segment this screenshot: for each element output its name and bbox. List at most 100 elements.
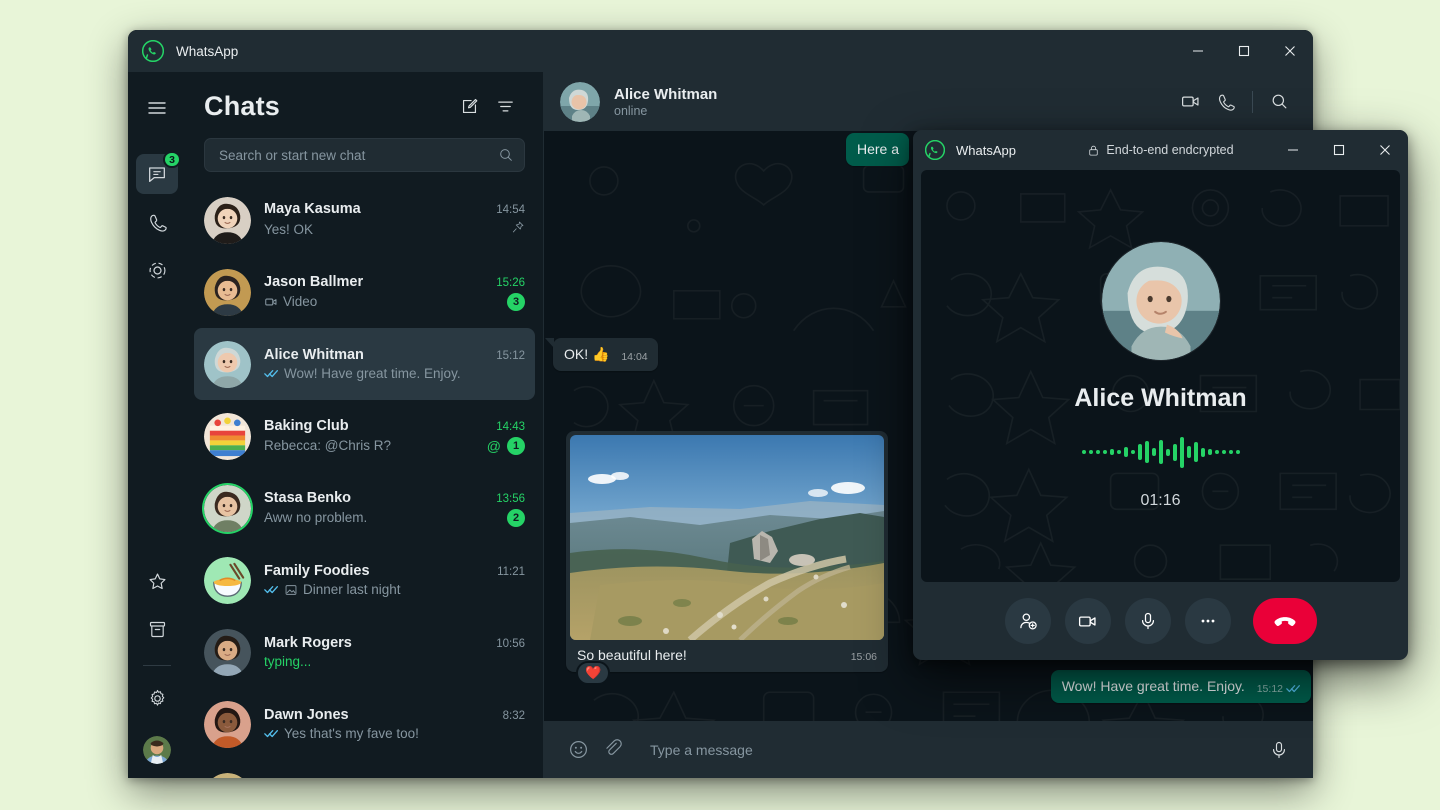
chat-list-item[interactable]: Stasa Benko13:56Aww no problem.2 bbox=[194, 472, 535, 544]
chat-item-preview-text: Dinner last night bbox=[303, 582, 401, 597]
message-text: OK! 👍 bbox=[564, 346, 609, 362]
hamburger-menu-button[interactable] bbox=[136, 88, 178, 128]
waveform-bar bbox=[1201, 448, 1205, 457]
search-chat-button[interactable] bbox=[1261, 84, 1297, 120]
chat-item-name: Maya Kasuma bbox=[264, 201, 361, 217]
chat-item-name: Jason Ballmer bbox=[264, 274, 363, 290]
message-bubble-incoming[interactable]: OK! 👍 14:04 bbox=[553, 338, 658, 371]
avatar bbox=[204, 701, 251, 748]
call-controls-bar bbox=[913, 582, 1408, 660]
call-close-button[interactable] bbox=[1362, 130, 1408, 170]
chat-item-preview: Yes that's my fave too! bbox=[264, 726, 419, 741]
chat-item-time: 11:21 bbox=[489, 566, 525, 578]
waveform-bar bbox=[1152, 448, 1156, 456]
message-input[interactable] bbox=[650, 742, 1261, 758]
voice-call-button[interactable] bbox=[1208, 84, 1244, 120]
message-bubble-outgoing-truncated[interactable]: Here a bbox=[846, 133, 909, 166]
message-reaction[interactable]: ❤️ bbox=[576, 661, 610, 685]
chat-list-item[interactable]: Mark Rogers10:56typing... bbox=[194, 616, 535, 688]
chats-unread-badge: 3 bbox=[163, 151, 181, 168]
chat-list-item[interactable]: Baking Club14:43Rebecca: @Chris R?@1 bbox=[194, 400, 535, 472]
message-bubble-photo[interactable]: So beautiful here! 15:06 ❤️ bbox=[566, 431, 888, 672]
toggle-video-button[interactable] bbox=[1065, 598, 1111, 644]
more-options-button[interactable] bbox=[1185, 598, 1231, 644]
pin-icon bbox=[511, 220, 525, 239]
sidebar-item-archived[interactable] bbox=[136, 609, 178, 649]
double-check-icon bbox=[1286, 683, 1301, 694]
contact-avatar[interactable] bbox=[560, 82, 600, 122]
rail-divider bbox=[143, 665, 171, 666]
end-call-button[interactable] bbox=[1253, 598, 1317, 644]
contact-info[interactable]: Alice Whitman online bbox=[614, 86, 717, 118]
message-timestamp: 15:12 bbox=[1257, 682, 1283, 696]
sidebar-item-chats[interactable]: 3 bbox=[136, 154, 178, 194]
avatar-image-alice-large bbox=[1102, 242, 1220, 360]
chat-item-content: Family Foodies 11:21 Dinner last night bbox=[264, 563, 525, 597]
toggle-mute-button[interactable] bbox=[1125, 598, 1171, 644]
minimize-icon bbox=[1192, 45, 1204, 57]
video-call-button[interactable] bbox=[1172, 84, 1208, 120]
chat-list-item[interactable]: Family Foodies 11:21 Dinner last night bbox=[194, 544, 535, 616]
search-input[interactable] bbox=[219, 148, 498, 163]
call-contact-avatar bbox=[1102, 242, 1220, 360]
unread-badge: 2 bbox=[507, 509, 525, 527]
waveform-bar bbox=[1089, 450, 1093, 454]
avatar bbox=[204, 629, 251, 676]
add-participant-button[interactable] bbox=[1005, 598, 1051, 644]
profile-avatar[interactable] bbox=[143, 736, 171, 764]
maximize-icon bbox=[1238, 45, 1250, 57]
whatsapp-logo-icon bbox=[925, 140, 945, 160]
message-bubble-outgoing[interactable]: Wow! Have great time. Enjoy. 15:12 bbox=[1051, 670, 1311, 703]
chat-item-preview: Wow! Have great time. Enjoy. bbox=[264, 366, 461, 381]
waveform-bar bbox=[1180, 437, 1184, 468]
search-box[interactable] bbox=[204, 138, 525, 172]
chat-item-preview: Rebecca: @Chris R? bbox=[264, 438, 391, 453]
chat-item-time: 14:43 bbox=[488, 421, 525, 433]
reaction-emoji: ❤️ bbox=[585, 665, 601, 681]
call-doodle-background bbox=[921, 170, 1400, 582]
chat-item-time: 14:54 bbox=[488, 204, 525, 216]
call-maximize-button[interactable] bbox=[1316, 130, 1362, 170]
sidebar-item-starred[interactable] bbox=[136, 561, 178, 601]
chat-list-item[interactable]: Dawn Jones8:32Yes that's my fave too! bbox=[194, 688, 535, 760]
search-icon bbox=[498, 147, 514, 163]
call-minimize-button[interactable] bbox=[1270, 130, 1316, 170]
maximize-button[interactable] bbox=[1221, 30, 1267, 72]
avatar-image-profile bbox=[143, 736, 171, 764]
chat-list-item[interactable]: Maya Kasuma14:54Yes! OK bbox=[194, 184, 535, 256]
chat-item-content: Jason Ballmer15:26Video3 bbox=[264, 274, 525, 311]
encryption-label: End-to-end endcrypted bbox=[1106, 143, 1233, 157]
waveform-bar bbox=[1236, 450, 1240, 454]
sidebar-item-status[interactable] bbox=[136, 250, 178, 290]
waveform-bar bbox=[1096, 450, 1100, 454]
chat-list-item[interactable]: Ziggy Woodley8:12 bbox=[194, 760, 535, 778]
chat-list-item[interactable]: Alice Whitman15:12Wow! Have great time. … bbox=[194, 328, 535, 400]
minimize-icon bbox=[1287, 144, 1299, 156]
chat-item-content: Baking Club14:43Rebecca: @Chris R?@1 bbox=[264, 418, 525, 455]
chat-item-preview-text: typing... bbox=[264, 654, 311, 669]
chat-list[interactable]: Maya Kasuma14:54Yes! OKJason Ballmer15:2… bbox=[186, 182, 543, 778]
attach-button[interactable] bbox=[596, 732, 632, 768]
sidebar-item-settings[interactable] bbox=[136, 678, 178, 718]
chat-item-preview-text: Yes that's my fave too! bbox=[284, 726, 419, 741]
sidebar-item-calls[interactable] bbox=[136, 202, 178, 242]
filter-chats-button[interactable] bbox=[489, 90, 521, 122]
waveform-bar bbox=[1159, 440, 1163, 464]
waveform-bar bbox=[1173, 444, 1177, 461]
emoji-smiley-icon bbox=[568, 739, 589, 760]
voice-message-button[interactable] bbox=[1261, 732, 1297, 768]
chat-item-name: Family Foodies bbox=[264, 563, 370, 579]
page-title: Chats bbox=[204, 91, 280, 122]
close-button[interactable] bbox=[1267, 30, 1313, 72]
photo-image-landscape bbox=[570, 435, 884, 640]
photo-attachment[interactable] bbox=[570, 435, 884, 640]
maximize-icon bbox=[1333, 144, 1345, 156]
new-chat-button[interactable] bbox=[453, 90, 485, 122]
chat-item-name: Baking Club bbox=[264, 418, 349, 434]
message-composer bbox=[544, 721, 1313, 778]
emoji-button[interactable] bbox=[560, 732, 596, 768]
lock-icon bbox=[1087, 144, 1100, 157]
chat-list-item[interactable]: Jason Ballmer15:26Video3 bbox=[194, 256, 535, 328]
navigation-rail: 3 bbox=[128, 72, 186, 778]
minimize-button[interactable] bbox=[1175, 30, 1221, 72]
